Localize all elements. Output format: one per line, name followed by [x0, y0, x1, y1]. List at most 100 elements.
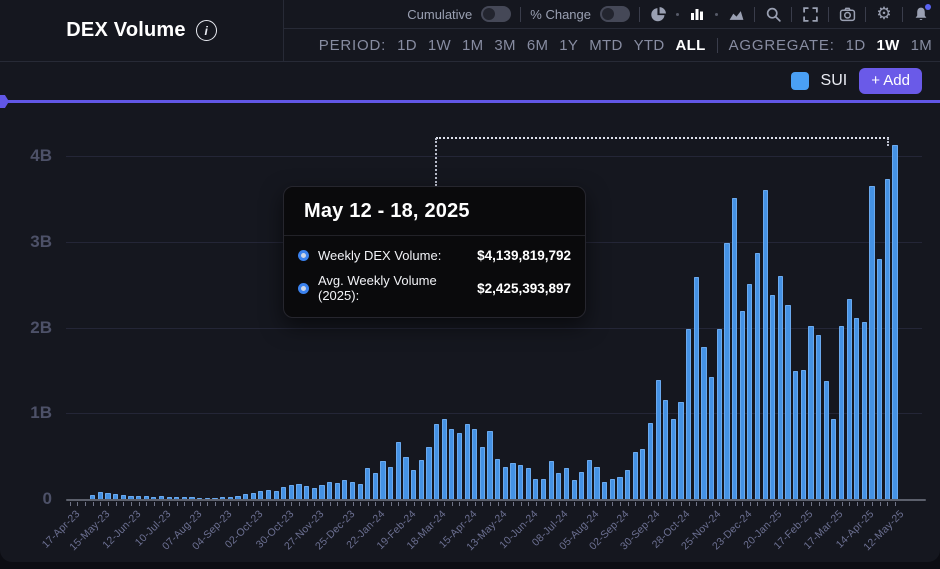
bar-week-77[interactable]: [654, 112, 662, 500]
bar-week-5[interactable]: [104, 112, 112, 500]
percent-change-toggle[interactable]: [600, 6, 630, 22]
period-option-ytd[interactable]: YTD: [634, 37, 665, 54]
bar-week-86[interactable]: [723, 112, 731, 500]
bar-week-12[interactable]: [158, 112, 166, 500]
bar-week-69[interactable]: [593, 112, 601, 500]
bar-week-83[interactable]: [700, 112, 708, 500]
bar-week-95[interactable]: [792, 112, 800, 500]
bar-week-19[interactable]: [211, 112, 219, 500]
legend-swatch-sui[interactable]: [791, 72, 809, 90]
bar-week-101[interactable]: [838, 112, 846, 500]
period-option-1d[interactable]: 1D: [397, 37, 417, 54]
aggregate-option-1w[interactable]: 1W: [876, 37, 899, 54]
aggregate-option-1d[interactable]: 1D: [846, 37, 866, 54]
bar-week-9[interactable]: [135, 112, 143, 500]
bar: [396, 442, 401, 500]
info-icon[interactable]: i: [196, 20, 217, 41]
aggregate-option-1m[interactable]: 1M: [911, 37, 932, 54]
bar-week-82[interactable]: [693, 112, 701, 500]
bar-week-74[interactable]: [631, 112, 639, 500]
bar-week-90[interactable]: [754, 112, 762, 500]
pie-chart-icon[interactable]: [649, 5, 667, 23]
bar-week-78[interactable]: [662, 112, 670, 500]
bar-chart-icon[interactable]: [688, 5, 706, 23]
bar-week-84[interactable]: [708, 112, 716, 500]
bar-week-79[interactable]: [670, 112, 678, 500]
bar-week-15[interactable]: [181, 112, 189, 500]
bar-week-26[interactable]: [265, 112, 273, 500]
period-option-3m[interactable]: 3M: [494, 37, 515, 54]
chart-range-slider[interactable]: [0, 100, 940, 103]
bar-week-72[interactable]: [616, 112, 624, 500]
bar-week-97[interactable]: [807, 112, 815, 500]
bar-week-6[interactable]: [112, 112, 120, 500]
period-option-6m[interactable]: 6M: [527, 37, 548, 54]
bar-week-87[interactable]: [731, 112, 739, 500]
period-option-1m[interactable]: 1M: [462, 37, 483, 54]
axis-tick: [666, 502, 667, 506]
bar-week-102[interactable]: [845, 112, 853, 500]
bar-week-16[interactable]: [188, 112, 196, 500]
bar-week-14[interactable]: [173, 112, 181, 500]
bar-week-4[interactable]: [97, 112, 105, 500]
bar-week-75[interactable]: [639, 112, 647, 500]
bar-week-92[interactable]: [769, 112, 777, 500]
bar-week-88[interactable]: [738, 112, 746, 500]
add-series-button[interactable]: + Add: [859, 68, 922, 94]
bar: [449, 429, 454, 500]
bar-week-21[interactable]: [226, 112, 234, 500]
bar-week-1[interactable]: [74, 112, 82, 500]
settings-gear-icon[interactable]: ⚙: [875, 5, 893, 23]
cumulative-toggle[interactable]: [481, 6, 511, 22]
bar-week-91[interactable]: [761, 112, 769, 500]
bar-week-99[interactable]: [822, 112, 830, 500]
bar-week-73[interactable]: [624, 112, 632, 500]
fullscreen-icon[interactable]: [801, 5, 819, 23]
bar-week-106[interactable]: [876, 112, 884, 500]
bar-week-7[interactable]: [119, 112, 127, 500]
bar-week-27[interactable]: [272, 112, 280, 500]
bar-week-2[interactable]: [81, 112, 89, 500]
bar-week-104[interactable]: [861, 112, 869, 500]
bar-week-107[interactable]: [884, 112, 892, 500]
bar-week-13[interactable]: [165, 112, 173, 500]
axis-tick: [169, 502, 170, 506]
bar-week-93[interactable]: [777, 112, 785, 500]
bar-week-23[interactable]: [242, 112, 250, 500]
period-option-1w[interactable]: 1W: [428, 37, 451, 54]
notifications-bell-icon[interactable]: [912, 5, 930, 23]
bar-week-105[interactable]: [868, 112, 876, 500]
bar-week-103[interactable]: [853, 112, 861, 500]
bar-week-70[interactable]: [601, 112, 609, 500]
title-area: DEX Volume i: [0, 0, 284, 61]
bar-week-22[interactable]: [234, 112, 242, 500]
bar-week-3[interactable]: [89, 112, 97, 500]
period-option-mtd[interactable]: MTD: [589, 37, 622, 54]
period-option-1y[interactable]: 1Y: [559, 37, 578, 54]
bar-week-8[interactable]: [127, 112, 135, 500]
bar-week-20[interactable]: [219, 112, 227, 500]
search-icon[interactable]: [764, 5, 782, 23]
bar-week-71[interactable]: [608, 112, 616, 500]
bar-week-24[interactable]: [249, 112, 257, 500]
bar-week-108[interactable]: [891, 112, 899, 500]
area-chart-icon[interactable]: [727, 5, 745, 23]
period-option-all[interactable]: ALL: [676, 37, 706, 54]
bar-week-68[interactable]: [586, 112, 594, 500]
bar-week-100[interactable]: [830, 112, 838, 500]
bar-week-76[interactable]: [647, 112, 655, 500]
bar-week-17[interactable]: [196, 112, 204, 500]
bar-week-80[interactable]: [677, 112, 685, 500]
bar-week-98[interactable]: [815, 112, 823, 500]
bar-week-85[interactable]: [715, 112, 723, 500]
bar-week-10[interactable]: [142, 112, 150, 500]
bar-week-81[interactable]: [685, 112, 693, 500]
bar-week-96[interactable]: [800, 112, 808, 500]
bar-week-11[interactable]: [150, 112, 158, 500]
bar-week-25[interactable]: [257, 112, 265, 500]
bar-week-0[interactable]: [66, 112, 74, 500]
bar-week-94[interactable]: [784, 112, 792, 500]
bar-week-18[interactable]: [204, 112, 212, 500]
bar-week-89[interactable]: [746, 112, 754, 500]
camera-icon[interactable]: [838, 5, 856, 23]
